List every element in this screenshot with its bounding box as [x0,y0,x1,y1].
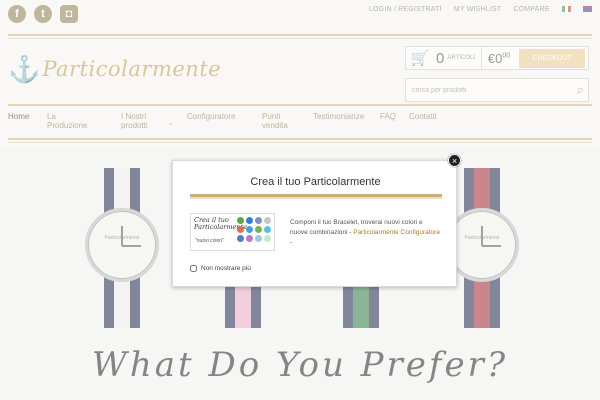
configurator-link[interactable]: Particolarmente Configuratore [353,229,440,236]
color-swatch [246,217,253,224]
modal-body-suffix: - [290,239,293,246]
color-swatch [255,217,262,224]
color-swatch [255,226,262,233]
dont-show-again-checkbox[interactable] [190,265,197,272]
color-swatch [255,235,262,242]
dont-show-again-label: Non mostrare più [201,265,251,272]
color-swatch [264,226,271,233]
color-swatch [237,235,244,242]
color-swatch [246,235,253,242]
modal-divider [190,194,442,199]
close-icon[interactable]: × [448,154,461,167]
color-swatch-grid [237,217,273,242]
configurator-thumbnail[interactable]: Crea il tuo Particolarmente "nuovi color… [190,213,275,251]
thumbnail-subtitle: "nuovi colori" [195,238,224,244]
color-swatch [264,235,271,242]
thumbnail-title: Crea il tuo Particolarmente [194,216,248,231]
color-swatch [237,217,244,224]
dont-show-again[interactable]: Non mostrare più [190,265,251,272]
promo-modal: Crea il tuo Particolarmente Crea il tuo … [172,160,457,287]
modal-title: Crea il tuo Particolarmente [250,176,381,188]
color-swatch [237,226,244,233]
color-swatch [264,217,271,224]
modal-body: Componi il tuo Bracelet, troverai nuovi … [290,218,440,248]
color-swatch [246,226,253,233]
